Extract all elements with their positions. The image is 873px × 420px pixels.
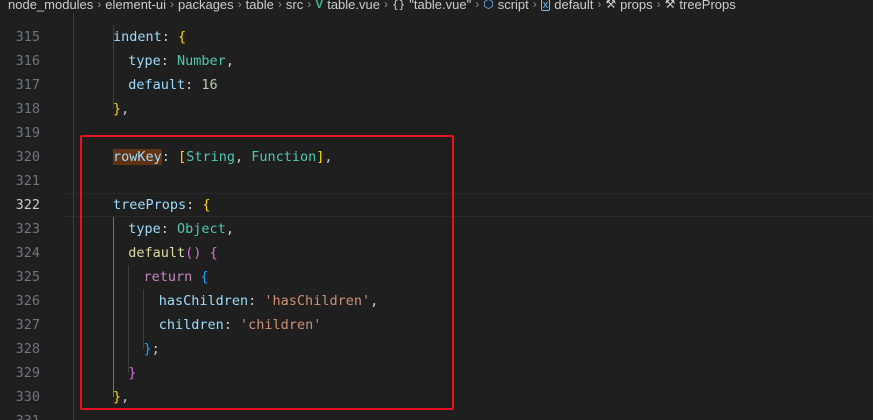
- breadcrumb-item[interactable]: {} "table.vue": [392, 0, 471, 11]
- variable-icon: x: [540, 0, 551, 11]
- line-number: 331: [0, 409, 40, 420]
- wrench-icon: ⚒: [605, 0, 617, 11]
- code-text: indent: {: [113, 25, 186, 49]
- breadcrumb-label: packages: [178, 0, 234, 12]
- code-token: }: [113, 101, 122, 117]
- code-token: default: [128, 77, 186, 93]
- code-token: Number: [177, 53, 226, 69]
- line-number: 321: [15, 173, 40, 189]
- breadcrumb-item[interactable]: ⚒ treeProps: [665, 0, 736, 11]
- chevron-right-icon: ›: [532, 0, 537, 11]
- breadcrumb-label: "table.vue": [409, 0, 472, 12]
- braces-icon: {}: [391, 0, 406, 11]
- line-number: 319: [15, 125, 40, 141]
- breadcrumb-label: script: [497, 0, 529, 12]
- line-number: 318: [15, 101, 40, 117]
- line-number: 315: [15, 29, 40, 45]
- chevron-right-icon: ›: [656, 0, 661, 11]
- breadcrumb-label: props: [620, 0, 653, 12]
- code-token: indent: [113, 29, 162, 45]
- line-number: 326: [15, 293, 40, 309]
- code-line[interactable]: 316 type: Number,: [0, 49, 873, 73]
- code-token: :: [161, 29, 179, 45]
- chevron-right-icon: ›: [597, 0, 602, 11]
- code-line[interactable]: 318},: [0, 97, 873, 121]
- code-text: },: [113, 97, 129, 121]
- line-number: 329: [15, 365, 40, 381]
- code-token: type: [128, 53, 161, 69]
- code-text: type: Number,: [128, 49, 234, 73]
- breadcrumb-item[interactable]: ⬡ script: [483, 0, 529, 11]
- breadcrumb-label: src: [285, 0, 304, 12]
- chevron-right-icon: ›: [307, 0, 312, 11]
- cube-icon: ⬡: [483, 0, 494, 11]
- breadcrumb-item[interactable]: packages: [178, 0, 234, 11]
- line-number: 328: [15, 341, 40, 357]
- breadcrumb-label: element-ui: [105, 0, 166, 12]
- line-number: 323: [15, 221, 40, 237]
- chevron-right-icon: ›: [277, 0, 282, 11]
- breadcrumb-item[interactable]: ⚒ props: [605, 0, 652, 11]
- code-line[interactable]: 315 indent: {: [0, 25, 873, 49]
- breadcrumb-item[interactable]: src: [286, 0, 303, 11]
- chevron-right-icon: ›: [383, 0, 388, 11]
- breadcrumb-label: node_modules: [8, 0, 94, 12]
- code-token: 16: [201, 77, 218, 93]
- code-token: ,: [225, 53, 234, 69]
- code-token: ,: [121, 101, 130, 117]
- breadcrumb: node_modules › element-ui › packages › table › s…: [0, 0, 873, 13]
- code-token: :: [160, 53, 178, 69]
- line-number: 316: [15, 53, 40, 69]
- breadcrumb-label: default: [554, 0, 594, 12]
- breadcrumb-label: treeProps: [679, 0, 736, 12]
- breadcrumb-item[interactable]: table: [246, 0, 274, 11]
- line-number: 327: [15, 317, 40, 333]
- breadcrumb-label: table.vue: [327, 0, 380, 12]
- code-text: default: 16: [128, 73, 217, 97]
- code-line[interactable]: 317 default: 16: [0, 73, 873, 97]
- code-token: {: [178, 29, 187, 45]
- line-number: 324: [15, 245, 40, 261]
- annotation-red-box: [80, 135, 454, 410]
- chevron-right-icon: ›: [97, 0, 102, 11]
- line-number: 325: [15, 269, 40, 285]
- code-line[interactable]: 331: [0, 409, 873, 420]
- wrench-icon: ⚒: [664, 0, 676, 11]
- chevron-right-icon: ›: [475, 0, 480, 11]
- line-number: 330: [15, 389, 40, 405]
- breadcrumb-item[interactable]: node_modules: [8, 0, 93, 11]
- line-number: 320: [15, 149, 40, 165]
- chevron-right-icon: ›: [237, 0, 242, 11]
- vue-icon: V: [315, 0, 324, 11]
- breadcrumb-item[interactable]: x default: [540, 0, 594, 12]
- code-token: :: [185, 77, 202, 93]
- line-number: 317: [15, 77, 40, 93]
- breadcrumb-item[interactable]: Vtable.vue: [315, 0, 380, 11]
- chevron-right-icon: ›: [170, 0, 174, 11]
- breadcrumb-label: table: [245, 0, 274, 12]
- breadcrumb-item[interactable]: element-ui: [105, 0, 166, 11]
- line-number: 322: [15, 197, 40, 213]
